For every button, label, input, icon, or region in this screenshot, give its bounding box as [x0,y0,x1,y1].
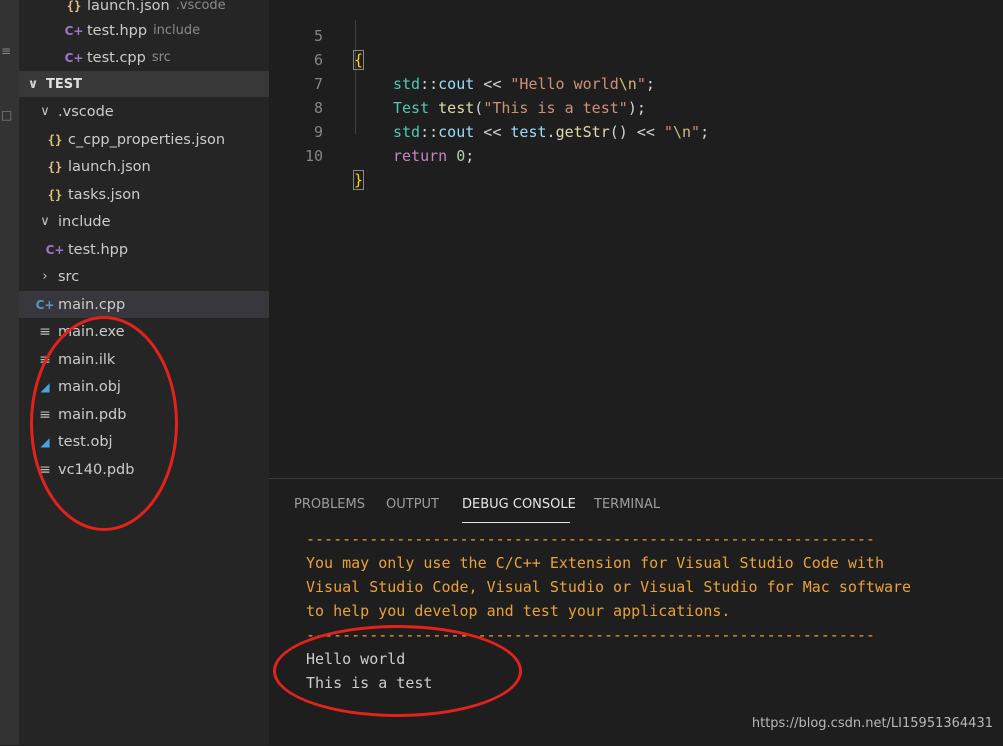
open-editor-desc: src [151,50,171,65]
activity-icon[interactable]: ≡ [1,44,15,58]
tree-item[interactable]: C+ test.hpp [19,236,269,263]
cpp-file-icon: C+ [45,242,65,257]
tree-folder-include[interactable]: ∨ include [19,208,269,235]
chevron-right-icon: › [42,269,48,284]
workspace-section-header[interactable]: ∨ TEST [19,71,269,97]
tree-folder-vscode[interactable]: ∨ .vscode [19,98,269,125]
code-line: 7 Test test("This is a test"); [269,48,1003,117]
json-icon: {} [47,132,63,147]
code-line: 6 std::cout << "Hello world\n"; [269,24,1003,93]
code-line: 8 std::cout << test.getStr() << "\n"; [269,72,1003,141]
json-icon: {} [47,159,63,174]
chevron-down-icon: ∨ [40,104,50,119]
json-icon: {} [66,0,82,13]
code-text: return 0; [393,144,474,168]
workspace-title: TEST [46,76,82,92]
tab-output[interactable]: OUTPUT [386,497,439,512]
open-editor-desc: .vscode [175,0,226,13]
token-keyword: return [393,147,448,165]
tree-item[interactable]: {} c_cpp_properties.json [19,126,269,153]
code-text: } [352,168,365,192]
console-warning-line: Visual Studio Code, Visual Studio or Vis… [306,578,912,596]
tree-item-label: c_cpp_properties.json [68,131,226,148]
open-editor-item[interactable]: C+ test.hpp include [19,17,269,44]
code-line: 10 } [269,120,1003,190]
code-line: 5 { [269,0,1003,70]
tab-problems[interactable]: PROBLEMS [294,497,365,512]
token-number: 0 [456,147,466,165]
tree-item-label: test.hpp [68,241,129,258]
close-brace: } [352,170,365,190]
cpp-file-icon: C+ [35,297,55,312]
tree-item-label: .vscode [58,103,114,120]
tree-folder-src[interactable]: › src [19,263,269,290]
text-file-icon: ≡ [39,323,51,340]
open-editor-desc: include [153,23,201,38]
code-editor[interactable]: 5 { 6 std::cout << "Hello world\n"; 7 Te… [269,0,1003,478]
open-editor-label: test.cpp [87,49,146,66]
tree-item-label: include [58,213,111,230]
tree-item-selected[interactable]: C+ main.cpp [19,291,269,318]
cpp-file-icon: C+ [64,50,84,65]
json-icon: {} [47,187,63,202]
tree-item-label: src [58,268,80,285]
activity-icon[interactable]: □ [1,108,15,122]
tab-terminal[interactable]: TERMINAL [594,497,660,512]
watermark-url: https://blog.csdn.net/LI15951364431 [751,716,993,731]
activity-bar: ≡ □ [0,0,19,745]
console-warning-line: to help you develop and test your applic… [306,602,731,620]
annotation-ellipse-files [30,316,178,531]
console-warning-line: You may only use the C/C++ Extension for… [306,554,884,572]
cpp-file-icon: C+ [64,23,84,38]
tab-debug-console[interactable]: DEBUG CONSOLE [462,497,576,512]
open-editor-label: test.hpp [87,22,148,39]
open-editor-item[interactable]: C+ test.cpp src [19,44,269,71]
chevron-down-icon: ∨ [40,214,50,229]
tree-item[interactable]: {} tasks.json [19,181,269,208]
active-tab-indicator [462,522,570,523]
line-number: 10 [304,147,323,165]
tree-item[interactable]: {} launch.json [19,153,269,180]
open-editor-label: launch.json [87,0,170,14]
token-op: ; [465,147,475,165]
code-line: 9 return 0; [269,96,1003,165]
tree-item-label: tasks.json [68,186,141,203]
chevron-down-icon: ∨ [27,76,39,92]
tree-item-label: launch.json [68,158,151,175]
tree-item-label: main.cpp [58,296,126,313]
console-separator: ----------------------------------------… [306,530,875,548]
annotation-ellipse-output [273,625,522,717]
